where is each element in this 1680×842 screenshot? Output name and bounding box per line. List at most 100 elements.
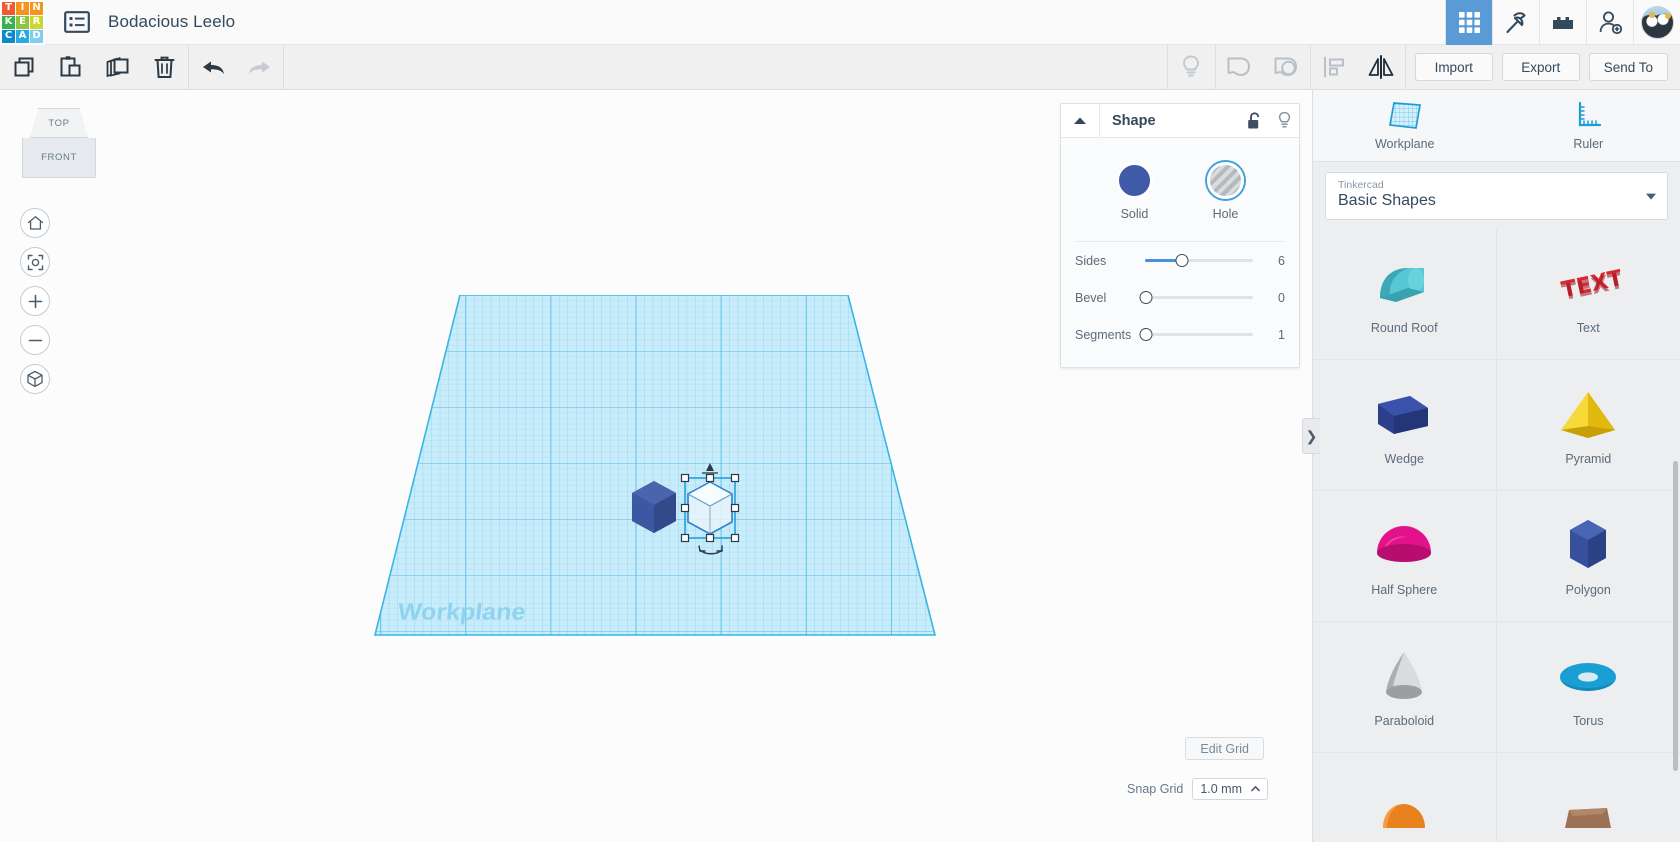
shapes-grid: Round Roof TEXT TEXT Text Wedge Pyramid … [1313, 229, 1680, 842]
ruler-tool-label: Ruler [1573, 137, 1604, 151]
bevel-label: Bevel [1075, 290, 1107, 305]
blocks-button[interactable] [1539, 0, 1586, 45]
tinkercad-logo[interactable]: T I N K E R C A D [0, 0, 45, 45]
paraboloid-label: Paraboloid [1374, 713, 1435, 728]
hole-hatch-circle [1207, 162, 1244, 199]
toolbar-divider-6 [1404, 44, 1406, 90]
text-thumb: TEXT TEXT [1555, 254, 1621, 314]
shape-wedge[interactable]: Wedge [1313, 360, 1497, 491]
paste-button[interactable] [47, 45, 94, 90]
bevel-slider-row: Bevel 0 [1061, 279, 1299, 316]
build-button[interactable] [1492, 0, 1539, 45]
wedge-thumb [1371, 385, 1437, 445]
home-icon[interactable] [20, 208, 50, 238]
import-button[interactable]: Import [1414, 53, 1493, 81]
hole-swatch[interactable]: Hole [1207, 162, 1244, 221]
selected-hole-shape[interactable] [672, 458, 762, 573]
redo-button[interactable] [236, 45, 283, 90]
bevel-slider-knob[interactable] [1139, 291, 1153, 304]
list-icon[interactable] [60, 5, 94, 39]
paraboloid-thumb [1371, 647, 1437, 707]
view-cube[interactable]: TOP FRONT [22, 108, 96, 180]
caret-up-icon [1251, 786, 1260, 792]
camera-controls [20, 208, 50, 403]
logo-tile-t: T [2, 1, 15, 15]
duplicate-button[interactable] [94, 45, 141, 90]
lightbulb-button[interactable] [1168, 45, 1215, 90]
shapes-scrollbar[interactable] [1673, 461, 1678, 771]
half-sphere-thumb [1371, 516, 1437, 576]
workplane-icon [1388, 102, 1421, 129]
round-roof-label: Round Roof [1370, 320, 1438, 335]
export-button[interactable]: Export [1501, 53, 1580, 81]
inspector-title: Shape [1112, 112, 1156, 129]
view-cube-front[interactable]: FRONT [22, 138, 96, 178]
tinkercad-app: T I N K E R C A D Bodacious Leelo Import… [0, 0, 1680, 842]
grid-view-button[interactable] [1445, 0, 1492, 45]
add-person-button[interactable] [1586, 0, 1633, 45]
ungroup-button[interactable] [1263, 45, 1310, 90]
bevel-slider[interactable] [1139, 291, 1253, 304]
send-to-button[interactable]: Send To [1588, 53, 1668, 81]
sides-slider[interactable] [1145, 254, 1253, 267]
view-cube-top[interactable]: TOP [30, 108, 88, 138]
sides-slider-knob[interactable] [1175, 254, 1189, 267]
shape-round-roof[interactable]: Round Roof [1313, 229, 1497, 360]
plus-icon[interactable] [20, 286, 50, 316]
segments-slider-row: Segments 1 [1061, 316, 1299, 353]
fit-frame-icon[interactable] [20, 247, 50, 277]
group-button[interactable] [1216, 45, 1263, 90]
toolbar-divider-2 [283, 44, 284, 90]
lightbulb-icon[interactable] [1269, 111, 1299, 130]
ruler-icon [1579, 101, 1602, 127]
delete-button[interactable] [141, 45, 188, 90]
wedge-label: Wedge [1384, 451, 1424, 466]
workplane-tool-label: Workplane [1374, 137, 1435, 151]
polygon-label: Polygon [1565, 582, 1611, 597]
partial-thumb-2 [1555, 785, 1621, 842]
edit-grid-button[interactable]: Edit Grid [1185, 737, 1264, 760]
unlock-icon[interactable] [1239, 111, 1269, 130]
clipboard-tools [0, 45, 188, 90]
workplane-tool[interactable]: Workplane [1313, 90, 1497, 162]
header-actions [1445, 0, 1680, 45]
snap-grid-value: 1.0 mm [1200, 782, 1242, 796]
logo-tile-e: E [16, 15, 29, 29]
pyramid-label: Pyramid [1565, 451, 1612, 466]
segments-slider[interactable] [1139, 328, 1253, 341]
snap-grid-select[interactable]: 1.0 mm [1192, 778, 1268, 800]
align-button[interactable] [1311, 45, 1358, 90]
solid-swatch[interactable]: Solid [1116, 162, 1153, 221]
logo-tile-c: C [2, 29, 15, 43]
shapes-panel: Workplane Ruler Tinkercad Basic Shapes R… [1312, 90, 1680, 842]
segments-slider-knob[interactable] [1139, 328, 1153, 341]
library-selector-wrap: Tinkercad Basic Shapes [1313, 162, 1680, 229]
user-avatar[interactable] [1633, 0, 1680, 45]
solid-hole-swatches: Solid Hole [1061, 156, 1299, 225]
page-title[interactable]: Bodacious Leelo [108, 12, 235, 32]
mirror-button[interactable] [1358, 45, 1405, 90]
chevron-right-icon[interactable]: ❯ [1302, 418, 1320, 454]
copy-button[interactable] [0, 45, 47, 90]
logo-tile-a: A [16, 29, 29, 43]
shape-polygon[interactable]: Polygon [1496, 491, 1680, 622]
library-source: Tinkercad [1338, 179, 1384, 191]
shape-partial-brown[interactable] [1497, 753, 1680, 842]
shape-partial-orange[interactable] [1313, 753, 1497, 842]
logo-tile-k: K [2, 15, 15, 29]
ruler-tool[interactable]: Ruler [1497, 90, 1680, 162]
minus-icon[interactable] [20, 325, 50, 355]
shape-pyramid[interactable]: Pyramid [1496, 360, 1680, 491]
logo-tile-d: D [30, 29, 43, 43]
half-sphere-label: Half Sphere [1371, 582, 1438, 597]
shape-torus[interactable]: Torus [1496, 622, 1680, 753]
shape-half-sphere[interactable]: Half Sphere [1313, 491, 1497, 622]
caret-up-icon[interactable] [1061, 103, 1100, 138]
shape-paraboloid[interactable]: Paraboloid [1313, 622, 1497, 753]
round-roof-thumb [1371, 254, 1437, 314]
shape-text[interactable]: TEXT TEXT Text [1496, 229, 1680, 360]
cube-icon[interactable] [20, 364, 50, 394]
library-dropdown[interactable]: Tinkercad Basic Shapes [1325, 172, 1668, 220]
logo-tile-r: R [30, 15, 43, 29]
undo-button[interactable] [189, 45, 236, 90]
